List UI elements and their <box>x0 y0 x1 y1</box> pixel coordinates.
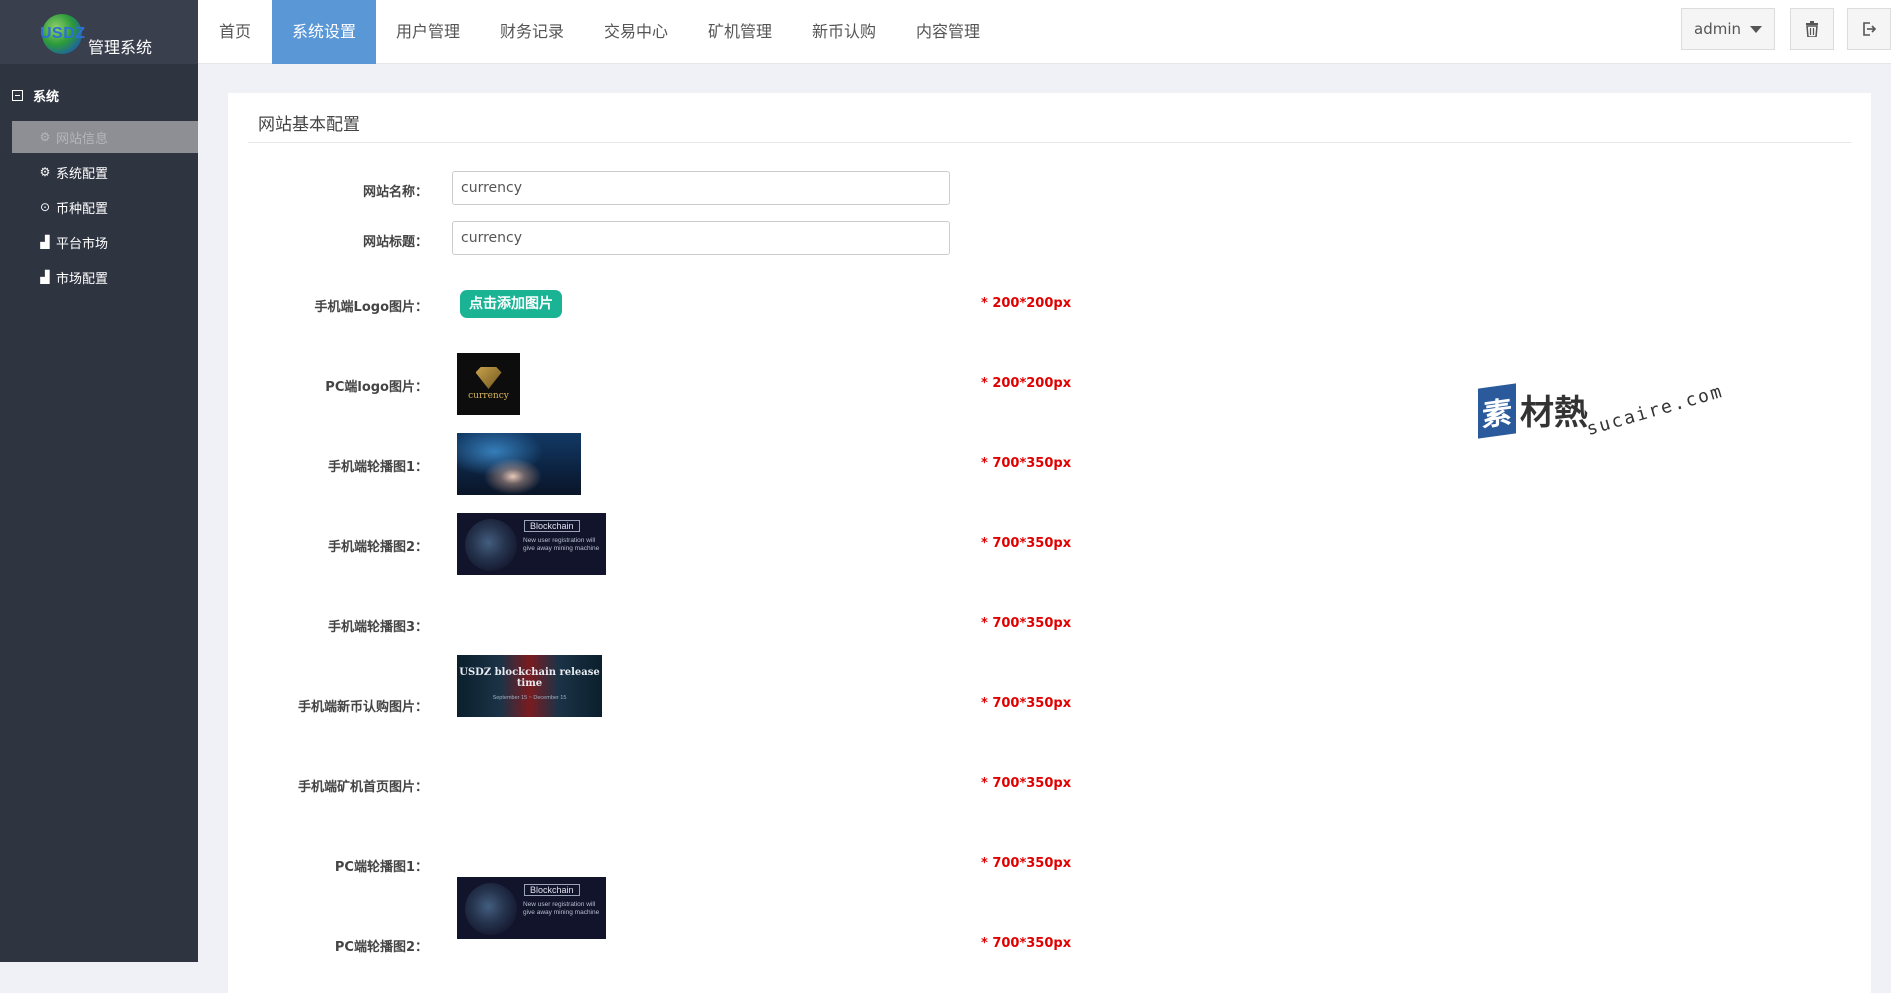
sidebar-item-platform-market[interactable]: ▟ 平台市场 <box>12 226 198 258</box>
sidebar-item-label: 网站信息 <box>56 131 109 147</box>
sidebar-section-label: 系统 <box>33 90 60 105</box>
tab-system-settings[interactable]: 系统设置 <box>272 0 376 64</box>
page-title: 网站基本配置 <box>258 115 360 135</box>
tab-content-management[interactable]: 内容管理 <box>896 0 1000 64</box>
size-hint: * 200*200px <box>981 376 1072 391</box>
sign-out-icon <box>1863 22 1877 36</box>
pc-banner1-label: PC端轮播图1： <box>334 860 428 875</box>
site-title-label: 网站标题： <box>362 235 428 250</box>
pc-logo-image[interactable]: currency <box>457 353 520 415</box>
sidebar-item-site-info[interactable]: ⚙ 网站信息 <box>12 121 198 153</box>
divider <box>248 142 1851 143</box>
site-name-input[interactable] <box>452 171 950 205</box>
tab-miner-management[interactable]: 矿机管理 <box>688 0 792 64</box>
sidebar-section-system[interactable]: 系统 <box>12 86 59 105</box>
banner-title: USDZ blockchain release time <box>459 667 600 689</box>
mobile-miner-image[interactable]: Blockchain New user registration will gi… <box>457 877 606 939</box>
sidebar-item-market-config[interactable]: ▟ 市场配置 <box>12 261 198 293</box>
size-hint: * 700*350px <box>981 696 1072 711</box>
sidebar-item-label: 币种配置 <box>56 201 109 217</box>
mobile-banner1-image[interactable] <box>457 433 581 495</box>
pc-banner2-label: PC端轮播图2： <box>334 940 428 955</box>
bar-chart-icon: ▟ <box>40 235 50 249</box>
mobile-banner1-label: 手机端轮播图1： <box>327 460 428 475</box>
tab-home[interactable]: 首页 <box>198 0 272 64</box>
logo-brand-text: USDZ <box>40 25 86 42</box>
tab-new-coin-subscription[interactable]: 新币认购 <box>792 0 896 64</box>
site-name-label: 网站名称： <box>362 185 428 200</box>
app-title: 管理系统 <box>88 38 153 57</box>
size-hint: * 700*350px <box>981 536 1072 551</box>
banner-text: September 15 ~ December 15 <box>492 695 567 701</box>
logo-gem-icon <box>475 367 502 389</box>
globe-graphic <box>465 519 517 571</box>
watermark: 素 材熱 sucaire.com <box>1478 381 1731 440</box>
tab-finance-records[interactable]: 财务记录 <box>480 0 584 64</box>
banner-title: Blockchain <box>524 884 580 896</box>
mobile-banner3-image[interactable]: USDZ blockchain release time September 1… <box>457 655 602 717</box>
add-image-button[interactable]: 点击添加图片 <box>460 290 562 318</box>
collapse-icon <box>12 90 23 101</box>
mobile-miner-label: 手机端矿机首页图片： <box>297 780 428 795</box>
pc-logo-label: PC端logo图片： <box>325 380 428 395</box>
banner-text: New user registration will give away min… <box>523 537 600 552</box>
caret-down-icon <box>1750 25 1762 33</box>
banner-title: Blockchain <box>524 520 580 532</box>
target-icon: ⊙ <box>39 200 51 214</box>
watermark-en: sucaire.com <box>1584 380 1726 440</box>
globe-graphic <box>465 883 517 935</box>
size-hint: * 700*350px <box>981 776 1072 791</box>
size-hint: * 700*350px <box>981 456 1072 471</box>
site-title-input[interactable] <box>452 221 950 255</box>
tab-trading-center[interactable]: 交易中心 <box>584 0 688 64</box>
size-hint: * 700*350px <box>981 616 1072 631</box>
gear-icon: ⚙ <box>39 130 51 144</box>
mobile-logo-label: 手机端Logo图片： <box>314 300 428 315</box>
config-panel: 网站基本配置 网站名称： 网站标题： 手机端Logo图片： 点击添加图片 * 2… <box>228 93 1871 993</box>
gear-icon: ⚙ <box>39 165 51 179</box>
size-hint: * 200*200px <box>981 296 1072 311</box>
sidebar-item-label: 系统配置 <box>56 166 109 182</box>
mobile-banner3-label: 手机端轮播图3： <box>327 620 428 635</box>
sidebar-item-system-config[interactable]: ⚙ 系统配置 <box>12 156 198 188</box>
clear-cache-button[interactable] <box>1790 8 1834 50</box>
banner-text: New user registration will give away min… <box>523 901 600 916</box>
logo[interactable]: USDZ 管理系统 <box>0 0 198 64</box>
mobile-newcoin-label: 手机端新币认购图片： <box>297 700 428 715</box>
sidebar-item-coin-config[interactable]: ⊙ 币种配置 <box>12 191 198 223</box>
bar-chart-icon: ▟ <box>40 270 50 284</box>
size-hint: * 700*350px <box>981 936 1072 951</box>
size-hint: * 700*350px <box>981 856 1072 871</box>
sidebar: USDZ 管理系统 系统 ⚙ 网站信息 ⚙ 系统配置 ⊙ 币种配置 ▟ 平台市场… <box>0 0 198 962</box>
logo-image-text: currency <box>468 391 509 401</box>
mobile-banner2-label: 手机端轮播图2： <box>327 540 428 555</box>
sidebar-item-label: 平台市场 <box>56 236 109 252</box>
trash-icon <box>1806 21 1818 37</box>
tab-user-management[interactable]: 用户管理 <box>376 0 480 64</box>
watermark-badge: 素 <box>1478 383 1516 439</box>
top-navbar: 首页 系统设置 用户管理 财务记录 交易中心 矿机管理 新币认购 内容管理 ad… <box>198 0 1891 64</box>
admin-dropdown[interactable]: admin <box>1681 8 1775 50</box>
watermark-cn: 材熱 <box>1520 393 1588 433</box>
user-label: admin <box>1694 20 1741 38</box>
mobile-banner2-image[interactable]: Blockchain New user registration will gi… <box>457 513 606 575</box>
logout-button[interactable] <box>1847 8 1891 50</box>
sidebar-item-label: 市场配置 <box>56 271 109 287</box>
